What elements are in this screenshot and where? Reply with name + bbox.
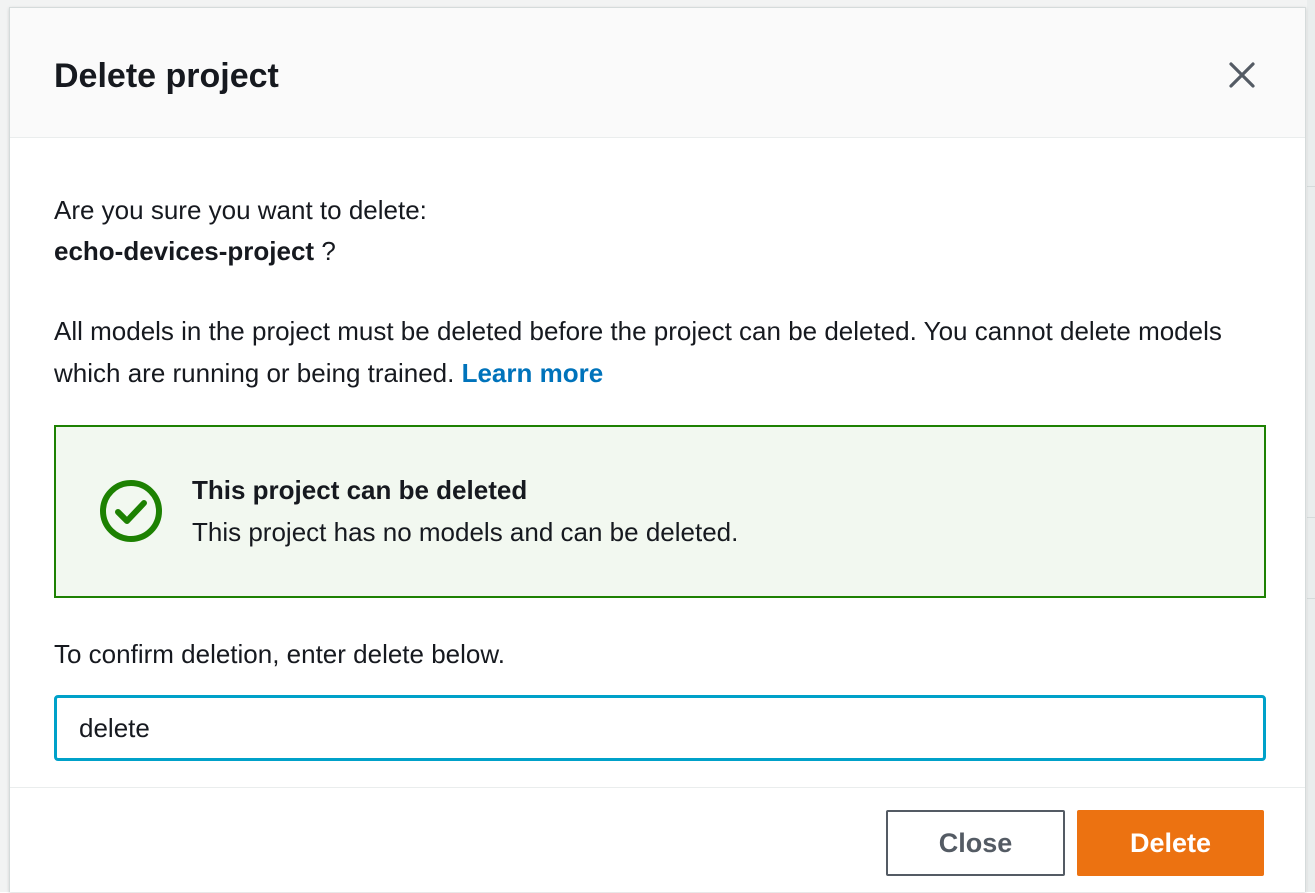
background-row-divider	[1307, 517, 1315, 518]
delete-button[interactable]: Delete	[1077, 810, 1264, 876]
learn-more-link[interactable]: Learn more	[462, 358, 604, 388]
info-paragraph: All models in the project must be delete…	[54, 310, 1266, 394]
project-name-line: echo-devices-project ?	[54, 231, 336, 271]
background-row-divider	[1307, 186, 1315, 187]
close-icon-graphic	[1229, 62, 1255, 88]
modal-title: Delete project	[54, 57, 279, 95]
alert-title: This project can be deleted	[192, 475, 528, 505]
alert-message: This project has no models and can be de…	[192, 517, 739, 547]
modal-header: Delete project	[10, 8, 1305, 138]
delete-project-modal: Delete project Are you sure you want to …	[9, 7, 1306, 892]
background-row-divider	[1307, 598, 1315, 599]
close-button[interactable]: Close	[886, 810, 1065, 876]
confirm-deletion-label: To confirm deletion, enter delete below.	[54, 639, 505, 669]
success-alert: This project can be deleted This project…	[54, 425, 1266, 598]
background-table-edge	[1307, 0, 1315, 892]
confirm-deletion-input[interactable]	[54, 695, 1266, 761]
project-name-suffix: ?	[314, 236, 336, 266]
check-circle-icon-graphic	[100, 480, 162, 542]
check-circle-icon	[98, 478, 164, 544]
close-icon[interactable]	[1224, 57, 1260, 93]
modal-footer: Close Delete	[10, 787, 1305, 893]
confirm-question: Are you sure you want to delete:	[54, 195, 427, 225]
project-name: echo-devices-project	[54, 236, 315, 266]
info-text: All models in the project must be delete…	[54, 316, 1222, 388]
